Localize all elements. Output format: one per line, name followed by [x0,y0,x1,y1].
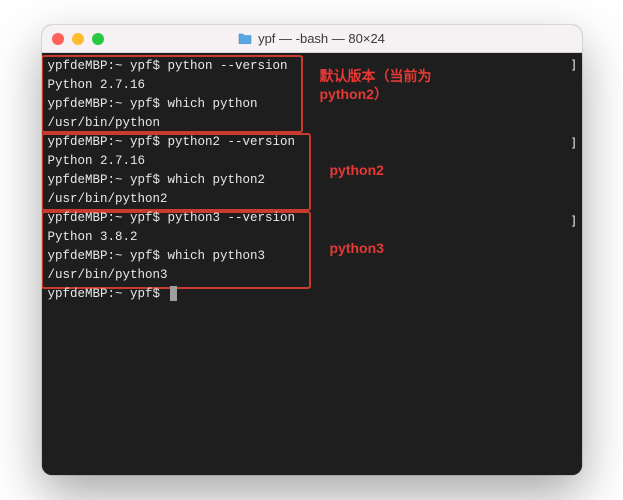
terminal-body[interactable]: ypfdeMBP:~ ypf$ python --version Python … [42,53,582,475]
terminal-line: Python 2.7.16 [48,152,576,171]
terminal-line: /usr/bin/python3 [48,266,576,285]
folder-icon [238,33,252,44]
terminal-line: /usr/bin/python [48,114,576,133]
maximize-button[interactable] [92,33,104,45]
cursor [170,286,177,301]
terminal-line: Python 2.7.16 [48,76,576,95]
terminal-line: ypfdeMBP:~ ypf$ python2 --version [48,133,576,152]
window-title-container: ypf — -bash — 80×24 [42,31,582,46]
scroll-marker: ] [570,133,578,152]
window-title: ypf — -bash — 80×24 [258,31,385,46]
scroll-marker: ] [570,211,578,230]
prompt-line: ypfdeMBP:~ ypf$ [48,287,168,301]
terminal-line: Python 3.8.2 [48,228,576,247]
terminal-line: ypfdeMBP:~ ypf$ which python3 [48,247,576,266]
annotation-default: 默认版本（当前为python2） [320,67,470,103]
terminal-line: ypfdeMBP:~ ypf$ which python2 [48,171,576,190]
minimize-button[interactable] [72,33,84,45]
terminal-line: ypfdeMBP:~ ypf$ python --version [48,57,576,76]
annotation-python2: python2 [330,161,384,179]
terminal-line: /usr/bin/python2 [48,190,576,209]
titlebar: ypf — -bash — 80×24 [42,25,582,53]
terminal-line: ypfdeMBP:~ ypf$ [48,285,576,304]
traffic-lights [52,33,104,45]
annotation-python3: python3 [330,239,384,257]
terminal-line: ypfdeMBP:~ ypf$ python3 --version [48,209,576,228]
terminal-window: ypf — -bash — 80×24 ypfdeMBP:~ ypf$ pyth… [42,25,582,475]
close-button[interactable] [52,33,64,45]
terminal-line: ypfdeMBP:~ ypf$ which python [48,95,576,114]
scroll-marker: ] [570,55,578,74]
